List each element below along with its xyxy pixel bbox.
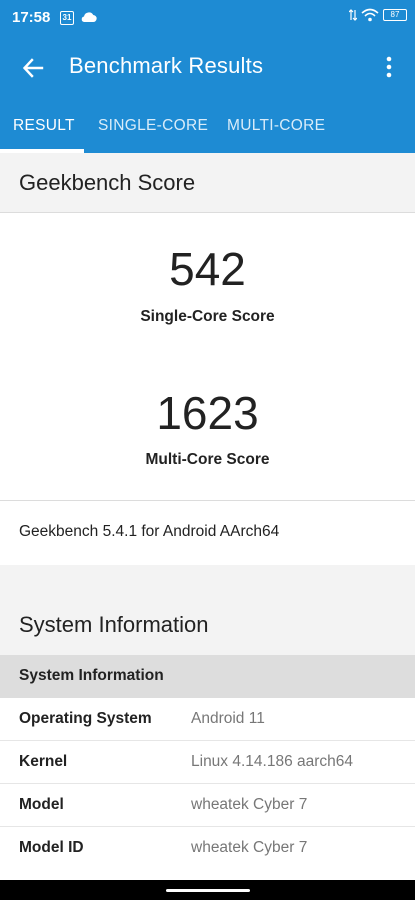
app-bar: Benchmark Results <box>0 38 415 98</box>
version-card: Geekbench 5.4.1 for Android AArch64 <box>0 501 415 565</box>
info-value: Android 11 <box>191 710 265 727</box>
info-row-model-id: Model ID wheatek Cyber 7 <box>0 827 415 880</box>
status-time: 17:58 <box>12 9 51 26</box>
back-arrow-icon <box>22 58 44 78</box>
home-gesture-handle[interactable] <box>166 889 250 892</box>
wifi-icon <box>361 8 379 22</box>
multi-core-score-label: Multi-Core Score <box>145 451 270 468</box>
cloud-icon <box>81 12 97 23</box>
system-info-subheader: System Information <box>0 655 415 698</box>
tab-multi-core[interactable]: MULTI-CORE <box>227 98 325 153</box>
tab-single-core[interactable]: SINGLE-CORE <box>98 98 208 153</box>
page-title: Benchmark Results <box>69 53 264 78</box>
more-options-button[interactable] <box>377 52 401 82</box>
status-bar: 17:58 31 87 <box>0 0 415 38</box>
single-core-score: 542 <box>169 243 246 295</box>
calendar-icon: 31 <box>60 11 74 25</box>
info-key: Kernel <box>19 753 68 770</box>
single-core-score-label: Single-Core Score <box>140 308 275 325</box>
system-info-heading: System Information <box>19 612 209 637</box>
info-value: wheatek Cyber 7 <box>191 796 308 813</box>
info-value: Linux 4.14.186 aarch64 <box>191 753 354 770</box>
geekbench-version: Geekbench 5.4.1 for Android AArch64 <box>19 523 280 540</box>
info-key: Operating System <box>19 710 152 727</box>
info-value: wheatek Cyber 7 <box>191 839 308 856</box>
info-key: Model ID <box>19 839 84 856</box>
info-key: Model <box>19 796 64 813</box>
info-row-model: Model wheatek Cyber 7 <box>0 784 415 827</box>
navigation-bar <box>0 880 415 900</box>
system-info-subheading: System Information <box>19 667 164 684</box>
geekbench-score-heading: Geekbench Score <box>19 170 196 195</box>
status-indicators: 87 <box>349 8 407 22</box>
info-row-operating-system: Operating System Android 11 <box>0 698 415 741</box>
info-row-kernel: Kernel Linux 4.14.186 aarch64 <box>0 741 415 784</box>
multi-core-score: 1623 <box>156 387 259 439</box>
score-card: 542 Single-Core Score 1623 Multi-Core Sc… <box>0 213 415 500</box>
back-button[interactable] <box>18 53 48 83</box>
system-info-header: System Information <box>0 565 415 655</box>
data-arrows-icon <box>349 9 357 21</box>
battery-icon: 87 <box>383 9 407 21</box>
tab-result[interactable]: RESULT <box>13 98 75 153</box>
geekbench-score-header: Geekbench Score <box>0 153 415 212</box>
tab-bar: RESULT SINGLE-CORE MULTI-CORE <box>0 98 415 153</box>
more-vertical-icon <box>386 56 392 78</box>
